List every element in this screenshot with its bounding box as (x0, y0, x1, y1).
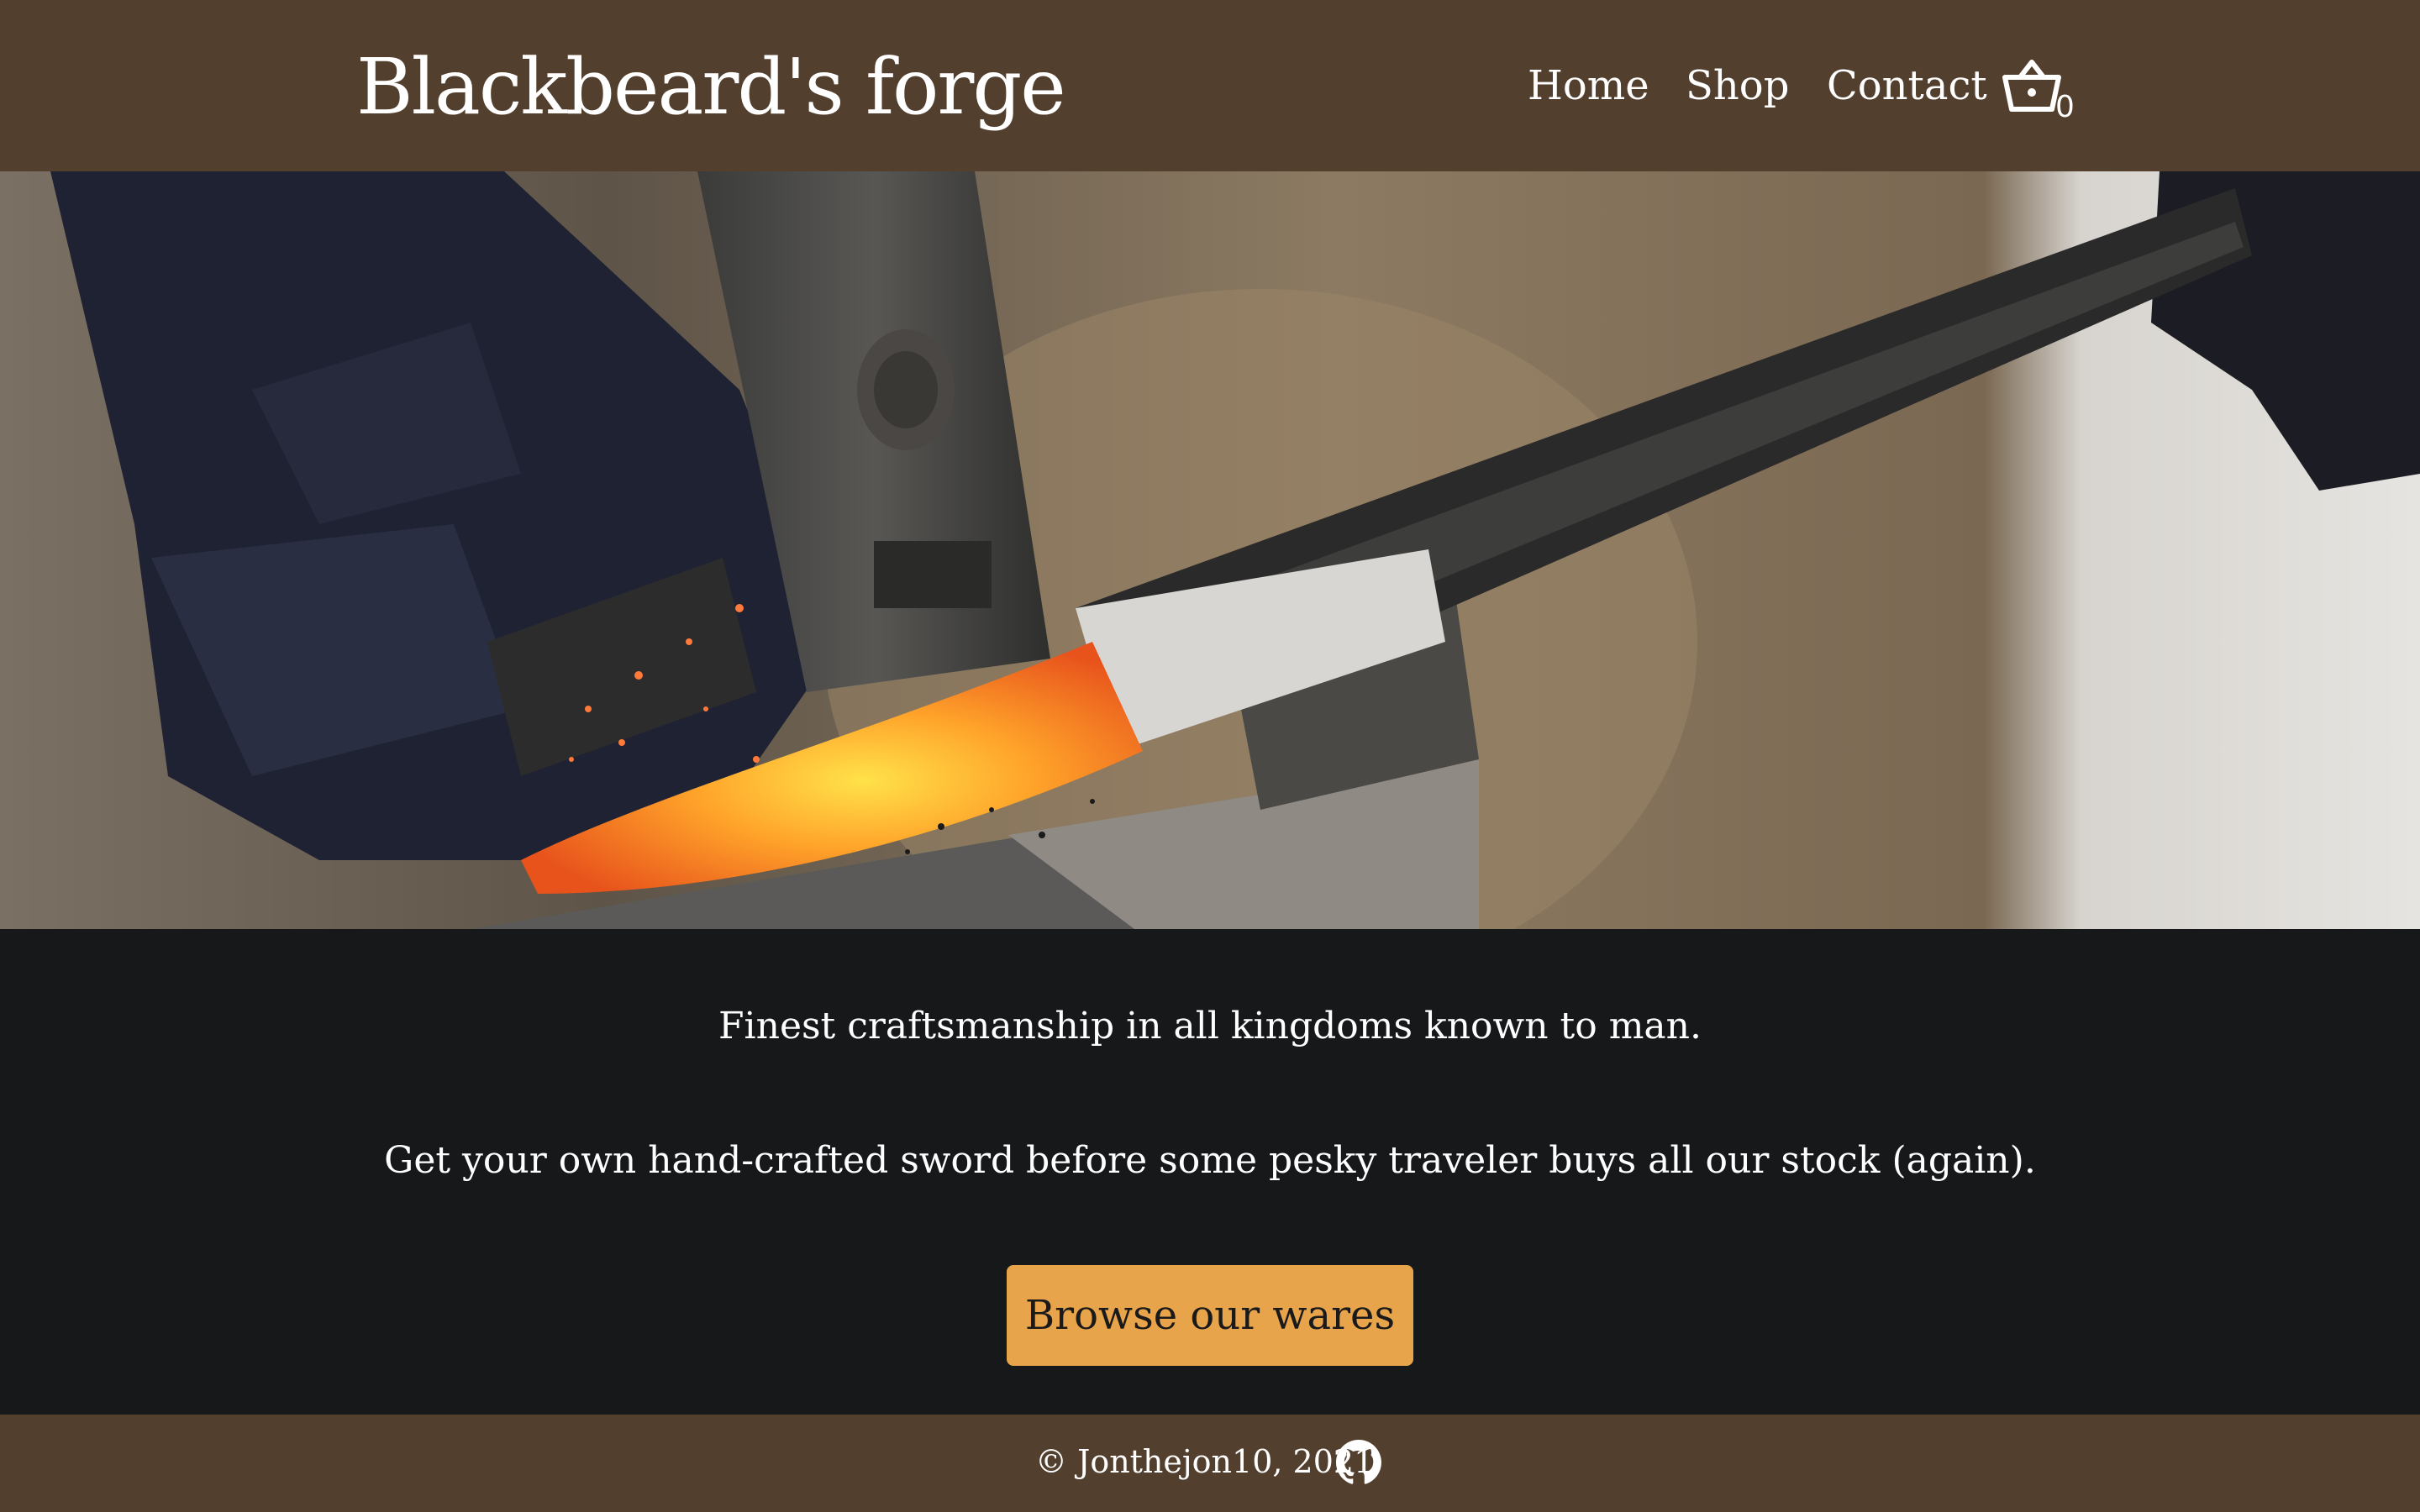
browse-wares-button[interactable]: Browse our wares (1007, 1265, 1413, 1366)
hero-image (0, 171, 2420, 929)
cart-count-badge: 0 (2055, 90, 2075, 124)
tagline-secondary: Get your own hand-crafted sword before s… (384, 1139, 2036, 1182)
nav-contact-link[interactable]: Contact (1827, 52, 1987, 119)
main-nav: Home Shop Contact (1512, 52, 2084, 119)
github-link[interactable] (1336, 1440, 1381, 1485)
nav-home-link[interactable]: Home (1528, 52, 1649, 119)
nav-shop-link[interactable]: Shop (1686, 52, 1789, 119)
github-icon (1336, 1440, 1381, 1484)
tagline-primary: Finest craftsmanship in all kingdoms kno… (718, 1005, 1702, 1047)
copyright-text: © Jonthejon10, 2021 (1035, 1443, 1375, 1480)
site-logo[interactable]: Blackbeard's forge (356, 37, 1066, 138)
site-header: Blackbeard's forge Home Shop Contact 0 (0, 0, 2420, 171)
main-content: Finest craftsmanship in all kingdoms kno… (0, 929, 2420, 1415)
site-footer: © Jonthejon10, 2021 (0, 1415, 2420, 1512)
basket-icon (2002, 60, 2061, 112)
cart-button[interactable]: 0 (2002, 55, 2077, 131)
